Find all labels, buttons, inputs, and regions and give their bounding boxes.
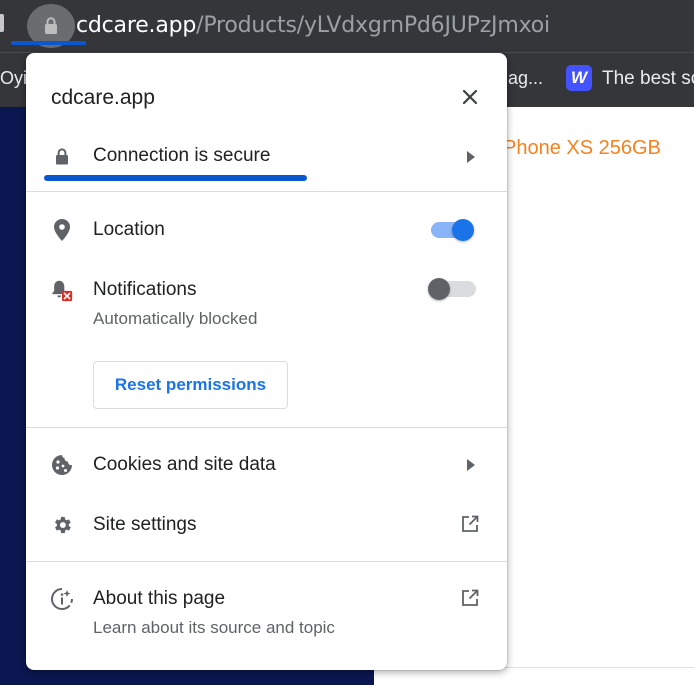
location-pin-icon (50, 218, 74, 242)
popup-site-name: cdcare.app (51, 86, 155, 109)
about-page-sublabel: Learn about its source and topic (93, 618, 335, 637)
permission-sublabel-notifications: Automatically blocked (93, 309, 258, 328)
divider (26, 427, 507, 428)
annotation-underline (44, 175, 307, 181)
back-button-edge[interactable] (0, 14, 4, 32)
url-host: cdcare.app (76, 13, 197, 38)
cookies-label: Cookies and site data (93, 454, 276, 475)
permission-label-location: Location (93, 219, 165, 240)
site-settings-label: Site settings (93, 514, 197, 535)
url-text[interactable]: cdcare.app/Products/yLVdxgrnPd6JUPzJmxoi (76, 13, 550, 38)
bookmark-item[interactable]: ag... (508, 68, 543, 89)
notifications-toggle[interactable] (428, 277, 476, 301)
chevron-right-icon (464, 458, 476, 472)
about-page-label: About this page (93, 588, 226, 609)
location-toggle[interactable] (431, 218, 479, 242)
divider (26, 561, 507, 562)
notifications-blocked-icon (50, 278, 74, 302)
divider (26, 191, 507, 192)
address-bar: cdcare.app/Products/yLVdxgrnPd6JUPzJmxoi (0, 0, 694, 52)
reset-permissions-button[interactable]: Reset permissions (93, 361, 288, 409)
toggle-thumb (428, 278, 450, 300)
close-icon (462, 89, 478, 105)
webflow-icon: W (566, 65, 592, 91)
annotation-underline (11, 41, 86, 45)
bookmark-item[interactable]: The best scr (602, 68, 694, 90)
close-button[interactable] (454, 81, 486, 113)
toggle-thumb (452, 219, 474, 241)
chevron-right-icon (464, 150, 476, 164)
open-in-new-icon (461, 515, 481, 535)
permission-label-notifications: Notifications (93, 279, 197, 300)
open-in-new-icon (461, 589, 481, 609)
product-title[interactable]: Phone XS 256GB (503, 137, 661, 160)
cookie-icon (50, 453, 74, 477)
about-info-icon (50, 587, 74, 611)
lock-icon (50, 144, 74, 168)
url-path: /Products/yLVdxgrnPd6JUPzJmxoi (196, 13, 550, 38)
connection-status-label: Connection is secure (93, 145, 271, 166)
gear-icon (50, 513, 74, 537)
lock-icon (45, 17, 57, 34)
bookmark-item[interactable]: Oyi (0, 68, 27, 89)
site-info-popup: cdcare.app Connection is secure Location (26, 53, 507, 670)
